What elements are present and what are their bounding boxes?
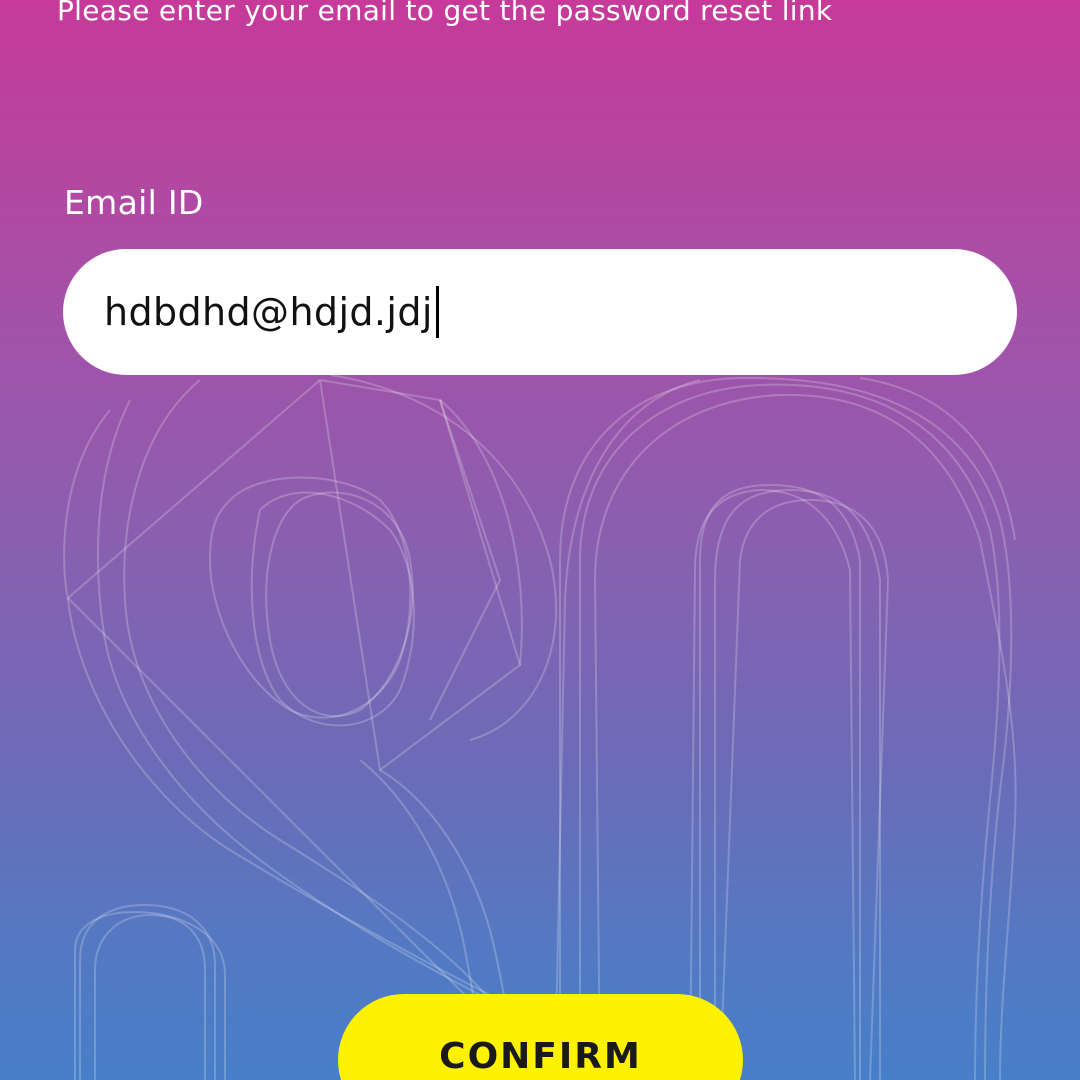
reset-password-screen: Please enter your email to get the passw… (0, 0, 1080, 1080)
background-letter-outline-art (63, 374, 1017, 1080)
confirm-button[interactable]: CONFIRM (338, 994, 743, 1080)
email-input[interactable]: hdbdhd@hdjd.jdj (63, 249, 1017, 375)
email-input-value[interactable]: hdbdhd@hdjd.jdj (104, 290, 433, 334)
confirm-button-label: CONFIRM (439, 1036, 642, 1077)
text-cursor (435, 286, 439, 338)
instruction-text: Please enter your email to get the passw… (57, 0, 833, 27)
email-field-label: Email ID (64, 183, 204, 222)
